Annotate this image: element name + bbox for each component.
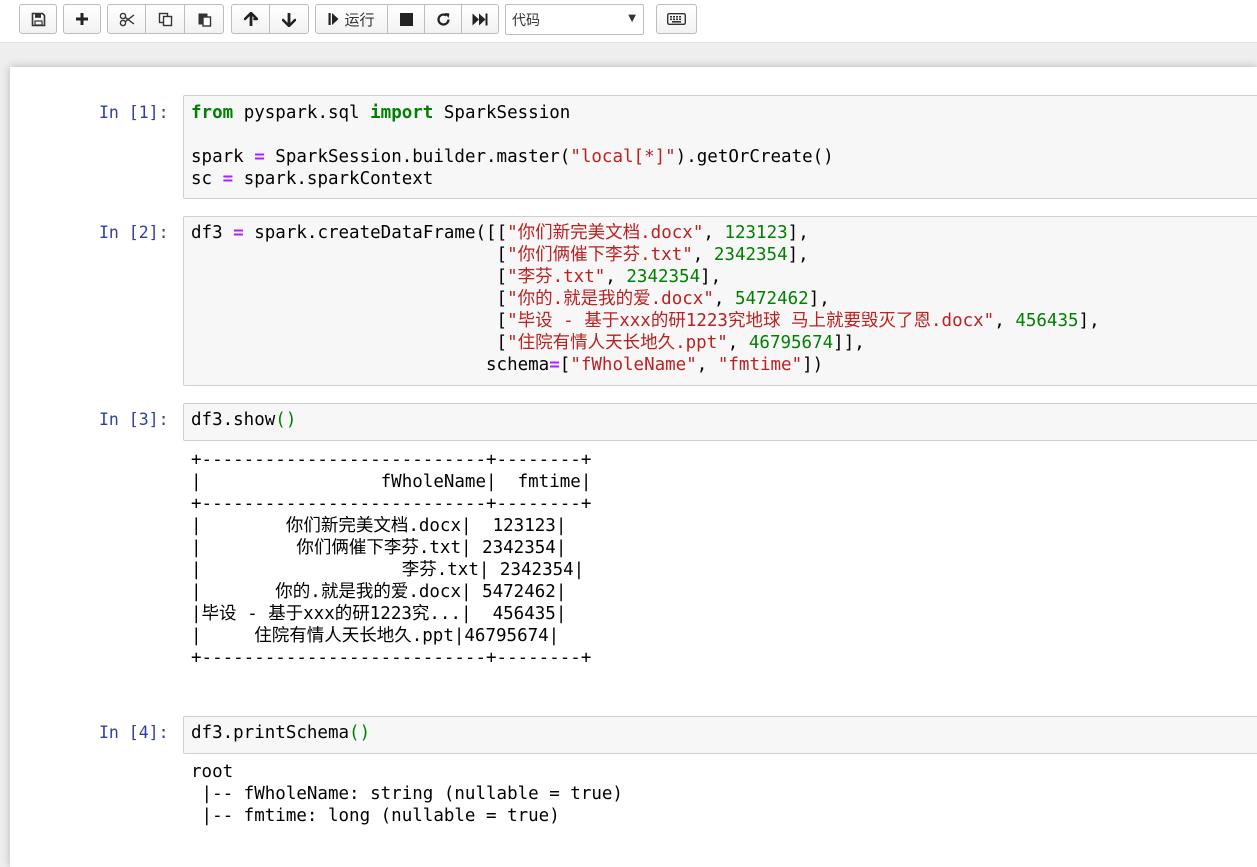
cell-type-select[interactable]: 代码 ▼: [505, 4, 644, 35]
command-palette-button[interactable]: [656, 4, 697, 34]
code-block[interactable]: df3.show(): [191, 409, 296, 431]
output-line: | 李芬.txt| 2342354|: [191, 560, 585, 580]
output-line: +---------------------------+--------+: [191, 494, 592, 514]
output-line: |-- fmtime: long (nullable = true): [191, 806, 560, 826]
chevron-down-icon: ▼: [628, 13, 636, 24]
code-cell-input[interactable]: [183, 403, 1257, 441]
cell-prompt: In [3]:: [99, 410, 169, 429]
code-line: ["你的.就是我的爱.docx", 5472462],: [191, 289, 830, 309]
code-line: ["你们俩催下李芬.txt", 2342354],: [191, 245, 809, 265]
notebook-toolbar: 运行 代码 ▼: [0, 0, 1257, 43]
save-button[interactable]: [19, 4, 57, 34]
code-line: schema=["fWholeName", "fmtime"]): [191, 355, 824, 375]
arrow-up-icon: [243, 11, 258, 26]
move-up-button[interactable]: [231, 4, 270, 34]
step-forward-icon: [328, 13, 339, 25]
cell-type-value: 代码: [512, 12, 540, 29]
code-line: spark = SparkSession.builder.master("loc…: [191, 147, 834, 167]
stop-icon: [399, 12, 413, 26]
code-line: df3.show(): [191, 410, 297, 430]
restart-button[interactable]: [425, 4, 462, 34]
output-line: | 住院有情人天长地久.ppt|46795674|: [191, 626, 560, 646]
floppy-disk-icon: [31, 12, 45, 26]
output-line: | fWholeName| fmtime|: [191, 472, 592, 492]
output-line: | 你的.就是我的爱.docx| 5472462|: [191, 582, 567, 602]
code-line: from pyspark.sql import SparkSession: [191, 103, 571, 123]
paste-button[interactable]: [185, 4, 224, 34]
cell-output: +---------------------------+--------+ |…: [191, 449, 591, 669]
insert-cell-button[interactable]: [63, 4, 101, 34]
arrow-down-icon: [282, 12, 296, 27]
code-line: sc = spark.sparkContext: [191, 169, 434, 189]
cell-output: root |-- fWholeName: string (nullable = …: [191, 761, 623, 827]
cell-prompt: In [1]:: [99, 103, 169, 122]
scissors-icon: [119, 12, 134, 26]
output-line: | 你们俩催下李芬.txt| 2342354|: [191, 538, 567, 558]
paste-icon: [198, 13, 211, 27]
output-line: |毕设 - 基于xxx的研1223究...| 456435|: [191, 604, 567, 624]
refresh-icon: [436, 12, 450, 26]
output-line: +---------------------------+--------+: [191, 450, 592, 470]
code-line: ["住院有情人天长地久.ppt", 46795674]],: [191, 333, 865, 353]
output-line: |-- fWholeName: string (nullable = true): [191, 784, 623, 804]
cut-button[interactable]: [107, 4, 146, 34]
code-line: df3.printSchema(): [191, 723, 371, 743]
code-line: ["毕设 - 基于xxx的研1223究地球 马上就要毁灭了恩.docx", 45…: [191, 311, 1100, 331]
code-block[interactable]: from pyspark.sql import SparkSession spa…: [191, 102, 834, 190]
restart-run-all-button[interactable]: [462, 4, 499, 34]
output-line: | 你们新完美文档.docx| 123123|: [191, 516, 567, 536]
copy-button[interactable]: [146, 4, 185, 34]
output-line: root: [191, 762, 234, 782]
move-down-button[interactable]: [270, 4, 309, 34]
interrupt-button[interactable]: [388, 4, 425, 34]
code-line: df3 = spark.createDataFrame([["你们新完美文档.d…: [191, 223, 809, 243]
code-block[interactable]: df3.printSchema(): [191, 722, 370, 744]
fast-forward-icon: [472, 13, 488, 25]
run-button-label: 运行: [344, 10, 375, 29]
output-line: +---------------------------+--------+: [191, 648, 592, 668]
plus-icon: [76, 13, 88, 25]
cell-prompt: In [2]:: [99, 223, 169, 242]
copy-icon: [158, 12, 172, 26]
cell-prompt: In [4]:: [99, 723, 169, 742]
run-button[interactable]: 运行: [315, 4, 388, 34]
keyboard-icon: [667, 13, 686, 25]
code-block[interactable]: df3 = spark.createDataFrame([["你们新完美文档.d…: [191, 222, 1100, 376]
code-line: ["李芬.txt", 2342354],: [191, 267, 722, 287]
